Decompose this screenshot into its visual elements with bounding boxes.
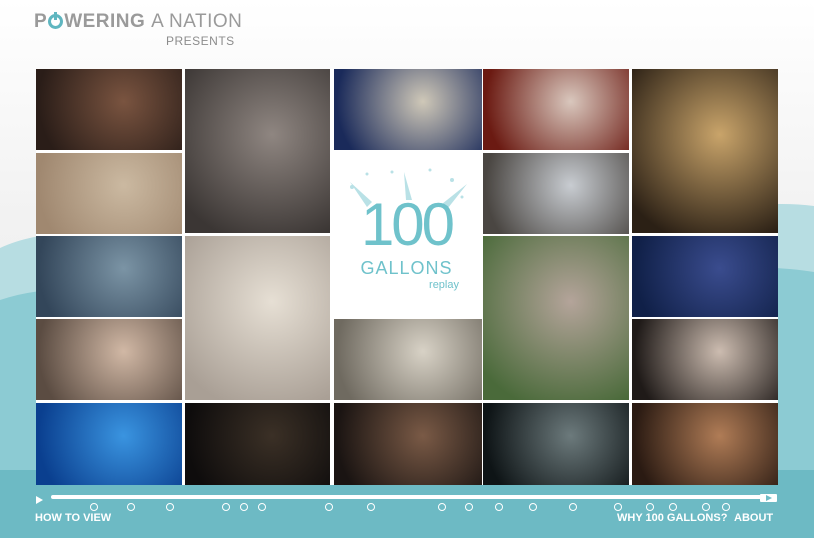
timeline-marker[interactable] (614, 503, 622, 511)
timeline-marker[interactable] (722, 503, 730, 511)
timeline-marker[interactable] (325, 503, 333, 511)
timeline-marker[interactable] (367, 503, 375, 511)
feature-title: GALLONS (360, 258, 453, 278)
timeline-marker[interactable] (438, 503, 446, 511)
timeline-marker[interactable] (669, 503, 677, 511)
video-tile-bottles[interactable] (483, 153, 629, 234)
video-tile-empty-pool[interactable] (334, 69, 482, 150)
feature-subtitle: replay (429, 279, 459, 291)
timeline[interactable] (36, 490, 778, 504)
brand-letter-p: P (34, 11, 48, 32)
video-tile-girl-lake[interactable] (483, 236, 629, 400)
video-tile-man-blue[interactable] (632, 236, 778, 317)
video-grid: 100 GALLONS replay (36, 69, 778, 485)
video-tile-cat-basin[interactable] (334, 403, 482, 485)
video-tile-pouring-glass[interactable] (483, 69, 629, 150)
video-tile-faucet-drip[interactable] (185, 69, 330, 233)
brand-word-nation: A NATION (151, 11, 243, 32)
timeline-marker[interactable] (529, 503, 537, 511)
play-icon[interactable] (36, 496, 43, 504)
brand-logo: P WERING A NATION PRESENTS (34, 11, 243, 48)
video-tile-night-drink[interactable] (185, 403, 330, 485)
video-tile-rain-boy[interactable] (483, 403, 629, 485)
timeline-marker[interactable] (646, 503, 654, 511)
timeline-marker[interactable] (465, 503, 473, 511)
video-tile-portrait-sweat[interactable] (36, 69, 182, 150)
video-tile-old-man[interactable] (632, 403, 778, 485)
video-tile-boy-sea[interactable] (36, 236, 182, 317)
how-to-view-link[interactable]: HOW TO VIEW (35, 512, 111, 524)
presents-label: PRESENTS (166, 34, 235, 48)
why-100-gallons-link[interactable]: WHY 100 GALLONS? (617, 512, 727, 524)
timeline-marker[interactable] (90, 503, 98, 511)
feature-number: 100 (360, 191, 455, 258)
video-tile-aquarium[interactable] (36, 403, 182, 485)
timeline-track[interactable] (51, 495, 763, 499)
video-tile-tunnel-light[interactable] (632, 69, 778, 233)
video-tile-hair-wash[interactable] (632, 319, 778, 400)
video-tile-beach-runner[interactable] (36, 153, 182, 234)
video-tile-baby-bath[interactable] (36, 319, 182, 400)
timeline-marker[interactable] (240, 503, 248, 511)
power-icon (48, 12, 64, 29)
fullscreen-icon[interactable] (760, 494, 777, 502)
timeline-marker[interactable] (258, 503, 266, 511)
video-tile-legs-drain[interactable] (334, 319, 482, 400)
video-tile-woman-crying[interactable] (185, 236, 330, 400)
timeline-marker[interactable] (495, 503, 503, 511)
brand-word-powering: WERING (64, 11, 146, 32)
timeline-marker[interactable] (222, 503, 230, 511)
feature-title-tile[interactable]: 100 GALLONS replay (332, 152, 481, 317)
timeline-marker[interactable] (127, 503, 135, 511)
timeline-marker[interactable] (166, 503, 174, 511)
about-link[interactable]: ABOUT (734, 512, 773, 524)
timeline-marker[interactable] (702, 503, 710, 511)
timeline-marker[interactable] (569, 503, 577, 511)
